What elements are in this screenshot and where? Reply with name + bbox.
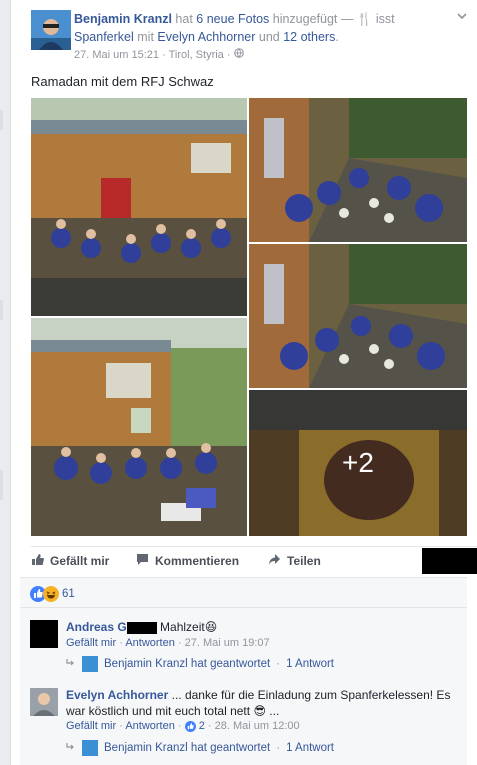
commenter-avatar[interactable] — [30, 688, 58, 716]
comment-like-icon — [184, 720, 199, 732]
comment-1-meta: Gefällt mir · Antworten · 27. Mai um 19:… — [66, 637, 270, 649]
tagged-person-link[interactable]: Evelyn Achhorner — [157, 30, 255, 44]
post-timestamp[interactable]: 27. Mai um 15:21 — [74, 49, 159, 61]
comment-like-count[interactable]: 2 — [199, 720, 205, 732]
comment-2: Evelyn Achhorner ... danke für die Einla… — [66, 688, 451, 718]
chevron-down-icon[interactable] — [456, 10, 470, 24]
more-photos-overlay[interactable]: +2 — [249, 390, 467, 536]
author-avatar[interactable] — [31, 10, 71, 50]
sunglasses-emoji-icon: 😎 — [253, 704, 266, 718]
comment-2-replies[interactable]: Benjamin Kranzl hat geantwortet · 1 Antw… — [66, 740, 334, 756]
post-actions-bar: Gefällt mir Kommentieren Teilen — [31, 546, 477, 574]
photo-3[interactable] — [249, 244, 467, 388]
comment-time[interactable]: 27. Mai um 19:07 — [185, 637, 270, 649]
comment-reply-link[interactable]: Antworten — [125, 637, 175, 649]
reaction-count[interactable]: 61 — [62, 588, 75, 600]
haha-reaction-icon — [43, 586, 59, 605]
redacted-name-part — [126, 621, 157, 634]
redacted-box — [422, 548, 477, 574]
commenter-name[interactable]: Evelyn Achhorner — [66, 688, 168, 702]
others-link[interactable]: 12 others — [283, 30, 335, 44]
left-rail — [0, 0, 10, 765]
fork-knife-icon: 🍴 — [356, 12, 373, 26]
commenter-avatar[interactable] — [30, 620, 58, 648]
comment-button[interactable]: Kommentieren — [136, 553, 239, 569]
comment-like-link[interactable]: Gefällt mir — [66, 637, 116, 649]
post-meta: 27. Mai um 15:21 · Tirol, Styria · — [74, 48, 244, 61]
commenter-name[interactable]: Andreas G — [66, 620, 127, 634]
reply-avatar — [82, 740, 98, 756]
photo-2[interactable] — [249, 98, 467, 242]
photo-1[interactable] — [31, 98, 247, 316]
like-button[interactable]: Gefällt mir — [31, 553, 109, 569]
comment-icon — [136, 553, 149, 569]
comment-reply-link[interactable]: Antworten — [125, 720, 175, 732]
post-text: Ramadan mit dem RFJ Schwaz — [31, 74, 214, 89]
comments-section: Andreas G Mahlzeit😆 Gefällt mir · Antwor… — [20, 607, 467, 765]
comment-text: Mahlzeit — [160, 620, 205, 634]
comment-time[interactable]: 28. Mai um 12:00 — [215, 720, 300, 732]
reply-avatar — [82, 656, 98, 672]
reactions-bar[interactable]: 61 — [20, 577, 467, 607]
reply-arrow-icon — [66, 658, 76, 671]
post-header-line: Benjamin Kranzl hat 6 neue Fotos hinzuge… — [74, 12, 395, 44]
activity-target-link[interactable]: Spanferkel — [74, 30, 134, 44]
comment-2-meta: Gefällt mir · Antworten · 2 · 28. Mai um… — [66, 720, 300, 732]
reply-arrow-icon — [66, 742, 76, 755]
photo-5-more[interactable]: +2 — [249, 390, 467, 536]
author-name[interactable]: Benjamin Kranzl — [74, 12, 172, 26]
photo-grid: +2 — [31, 98, 467, 536]
share-icon — [268, 553, 281, 569]
globe-icon[interactable] — [233, 48, 244, 61]
photo-count-link[interactable]: 6 neue Fotos — [196, 12, 269, 26]
comment-1-replies[interactable]: Benjamin Kranzl hat geantwortet · 1 Antw… — [66, 656, 334, 672]
share-button[interactable]: Teilen — [268, 553, 321, 569]
post-location[interactable]: Tirol, Styria — [169, 49, 224, 61]
like-icon — [31, 553, 44, 569]
comment-1: Andreas G Mahlzeit😆 — [66, 619, 456, 635]
comment-like-link[interactable]: Gefällt mir — [66, 720, 116, 732]
photo-4[interactable] — [31, 318, 247, 536]
laughing-emoji-icon: 😆 — [204, 620, 218, 634]
